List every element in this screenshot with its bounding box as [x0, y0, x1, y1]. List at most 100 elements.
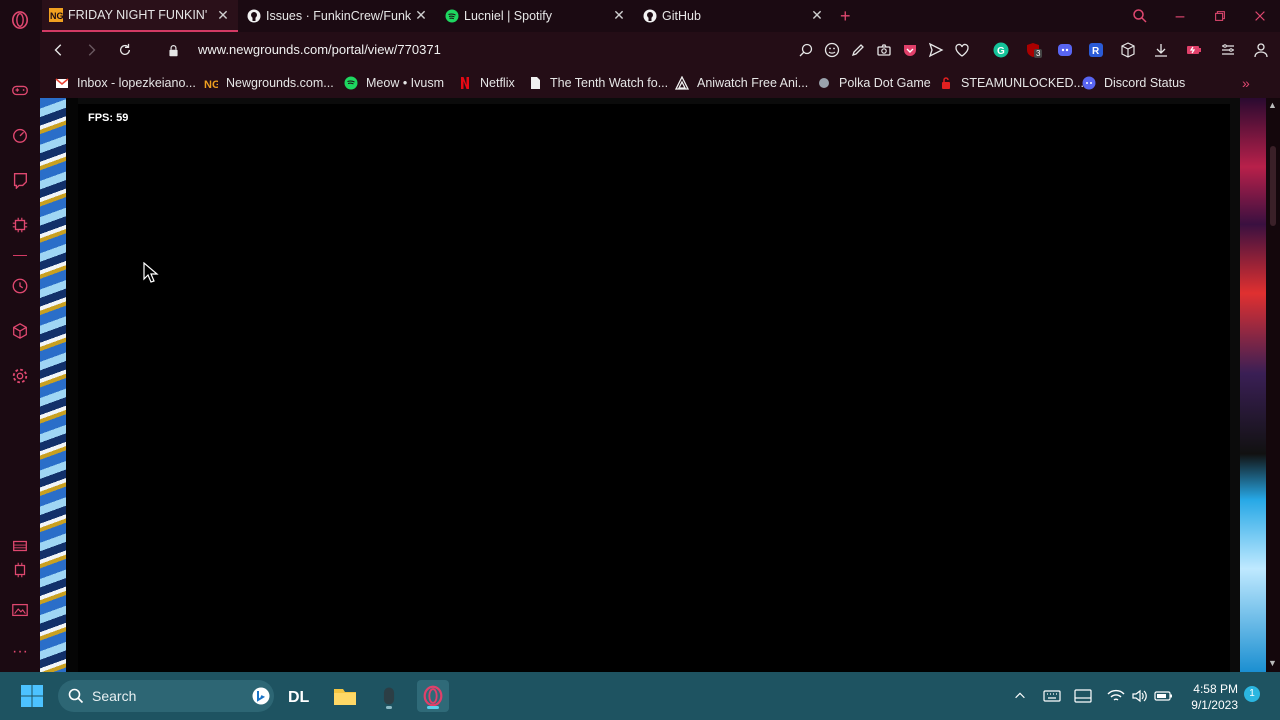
- battery-saver-icon[interactable]: [1185, 41, 1203, 59]
- battery-icon[interactable]: [1154, 686, 1174, 706]
- more-bookmarks-chevron-icon[interactable]: »: [1242, 75, 1250, 91]
- heart-icon[interactable]: [953, 41, 971, 59]
- lock-icon[interactable]: [164, 41, 182, 59]
- pocket-icon[interactable]: [901, 41, 919, 59]
- tab-friday-night-funkin[interactable]: NG FRIDAY NIGHT FUNKIN' ✕: [42, 0, 238, 32]
- reload-icon[interactable]: [116, 41, 134, 59]
- download-icon[interactable]: [1152, 41, 1170, 59]
- page-icon: [528, 76, 542, 90]
- twitch-icon[interactable]: [10, 170, 30, 190]
- mouse-cursor-icon: [143, 262, 159, 283]
- bookmark-discord-status[interactable]: Discord Status: [1082, 75, 1185, 91]
- settings-gear-icon[interactable]: [10, 366, 30, 386]
- back-arrow-icon[interactable]: [50, 41, 68, 59]
- mouse-app-icon[interactable]: [373, 680, 405, 712]
- close-tab-icon[interactable]: ✕: [216, 8, 230, 22]
- github-icon: [643, 9, 657, 23]
- scroll-up-arrow-icon[interactable]: ▲: [1268, 100, 1277, 110]
- cube-icon[interactable]: [10, 321, 30, 341]
- show-hidden-icons-chevron-icon[interactable]: [1010, 686, 1030, 706]
- taskbar-app-dl[interactable]: DL: [284, 680, 316, 712]
- active-indicator: [427, 706, 439, 709]
- forward-arrow-icon[interactable]: [82, 41, 100, 59]
- cpu-limiter-icon[interactable]: [10, 560, 30, 580]
- gamepad-icon[interactable]: [10, 80, 30, 100]
- tab-spotify[interactable]: Lucniel | Spotify ✕: [438, 0, 634, 32]
- search-tabs-icon[interactable]: [1130, 6, 1150, 26]
- address-toolbar: www.newgrounds.com/portal/view/770371 G …: [40, 32, 1280, 68]
- clock-date: 9/1/2023: [1191, 698, 1238, 712]
- bookmark-label: Discord Status: [1104, 76, 1186, 90]
- game-canvas[interactable]: FPS: 59: [78, 104, 1230, 672]
- keyboard-icon[interactable]: [1042, 686, 1062, 706]
- dot-icon: [817, 76, 831, 90]
- newgrounds-icon: NG: [49, 8, 63, 22]
- profile-icon[interactable]: [1252, 41, 1270, 59]
- volume-icon[interactable]: [1130, 686, 1150, 706]
- tab-github[interactable]: GitHub ✕: [636, 0, 832, 32]
- bookmark-label: Newgrounds.com...: [226, 76, 334, 90]
- close-tab-icon[interactable]: ✕: [612, 8, 626, 22]
- scrollbar-thumb[interactable]: [1270, 146, 1276, 226]
- wallpaper-icon[interactable]: [10, 600, 30, 620]
- bookmark-newgrounds[interactable]: NG Newgrounds.com...: [204, 75, 334, 91]
- tab-issues-funkin[interactable]: Issues · FunkinCrew/Funkin ✕: [240, 0, 436, 32]
- minimize-icon[interactable]: [1170, 6, 1190, 26]
- bookmark-netflix[interactable]: Netflix: [458, 75, 515, 91]
- easy-setup-menu-icon[interactable]: [1219, 41, 1237, 59]
- new-tab-button[interactable]: +: [840, 6, 851, 27]
- newgrounds-icon: NG: [204, 76, 218, 90]
- scroll-down-arrow-icon[interactable]: ▼: [1268, 658, 1277, 668]
- wifi-icon[interactable]: [1106, 686, 1126, 706]
- spotify-icon: [344, 76, 358, 90]
- bookmark-gmail[interactable]: Inbox - lopezkeiano...: [55, 75, 196, 91]
- grammarly-icon[interactable]: G: [992, 41, 1010, 59]
- bing-chat-icon[interactable]: [252, 687, 270, 705]
- svg-text:G: G: [997, 46, 1005, 57]
- discord-extension-icon[interactable]: [1056, 41, 1074, 59]
- speedometer-icon[interactable]: [10, 125, 30, 145]
- taskbar-search-box[interactable]: Search: [58, 680, 274, 712]
- close-window-icon[interactable]: [1250, 6, 1270, 26]
- tab-title: Issues · FunkinCrew/Funkin: [266, 9, 411, 23]
- taskbar-clock[interactable]: 4:58 PM 9/1/2023: [1186, 681, 1238, 713]
- bookmark-label: STEAMUNLOCKED...: [961, 76, 1084, 90]
- cpu-icon[interactable]: [10, 215, 30, 235]
- opera-logo-icon[interactable]: [10, 10, 30, 30]
- extension-r-icon[interactable]: R: [1087, 41, 1105, 59]
- bookmark-polka-dot[interactable]: Polka Dot Game: [817, 75, 931, 91]
- bookmark-tenth-watch[interactable]: The Tenth Watch fo...: [528, 75, 668, 91]
- tab-strip: NG FRIDAY NIGHT FUNKIN' ✕ Issues · Funki…: [40, 0, 1280, 32]
- edit-pen-icon[interactable]: [849, 41, 867, 59]
- display-icon[interactable]: [1073, 686, 1093, 706]
- notification-badge[interactable]: 1: [1244, 686, 1260, 702]
- bookmark-steamunlocked[interactable]: STEAMUNLOCKED...: [939, 75, 1084, 91]
- camera-snapshot-icon[interactable]: [875, 41, 893, 59]
- ublock-origin-icon[interactable]: 3: [1024, 41, 1043, 59]
- search-in-page-icon[interactable]: [797, 41, 815, 59]
- opera-gx-taskbar-icon[interactable]: [417, 680, 449, 712]
- close-tab-icon[interactable]: ✕: [810, 8, 824, 22]
- send-icon[interactable]: [927, 41, 945, 59]
- bookmark-aniwatch[interactable]: Aniwatch Free Ani...: [675, 75, 808, 91]
- bookmark-label: Aniwatch Free Ani...: [697, 76, 809, 90]
- running-indicator: [386, 706, 392, 709]
- bookmark-label: Inbox - lopezkeiano...: [77, 76, 196, 90]
- ram-limiter-icon[interactable]: [10, 536, 30, 556]
- more-options-icon[interactable]: ···: [10, 642, 30, 662]
- search-icon: [68, 688, 84, 704]
- restore-icon[interactable]: [1210, 6, 1230, 26]
- tab-title: GitHub: [662, 9, 701, 23]
- file-explorer-icon[interactable]: [329, 680, 361, 712]
- close-tab-icon[interactable]: ✕: [414, 8, 428, 22]
- history-clock-icon[interactable]: [10, 276, 30, 296]
- web-page-content: FPS: 59 ▲ ▼: [40, 98, 1280, 672]
- page-background-art-left: [40, 98, 66, 672]
- bookmark-meow-spotify[interactable]: Meow • Ivusm: [344, 75, 444, 91]
- extensions-cube-icon[interactable]: [1119, 41, 1137, 59]
- url-field[interactable]: www.newgrounds.com/portal/view/770371: [198, 42, 441, 57]
- page-scrollbar[interactable]: ▲ ▼: [1266, 98, 1280, 672]
- emoji-icon[interactable]: [823, 41, 841, 59]
- windows-start-icon[interactable]: [20, 684, 44, 708]
- tab-title: FRIDAY NIGHT FUNKIN': [68, 8, 208, 22]
